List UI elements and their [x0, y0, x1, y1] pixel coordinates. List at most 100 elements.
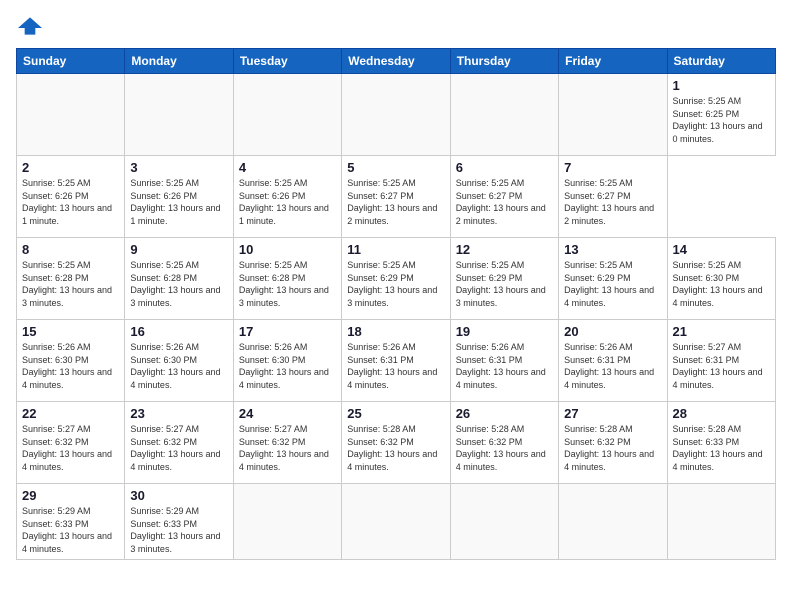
calendar-day-cell: 22Sunrise: 5:27 AMSunset: 6:32 PMDayligh… [17, 402, 125, 484]
day-info: Sunrise: 5:26 AMSunset: 6:31 PMDaylight:… [456, 341, 553, 391]
calendar-day-cell: 10Sunrise: 5:25 AMSunset: 6:28 PMDayligh… [233, 238, 341, 320]
day-info: Sunrise: 5:25 AMSunset: 6:29 PMDaylight:… [347, 259, 444, 309]
day-number: 29 [22, 488, 119, 503]
calendar-week-row: 8 Sunrise: 5:25 AMSunset: 6:28 PMDaylight… [17, 238, 776, 320]
day-number: 4 [239, 160, 336, 175]
calendar-header-row: SundayMondayTuesdayWednesdayThursdayFrid… [17, 49, 776, 74]
calendar-day-cell: 14 Sunrise: 5:25 AMSunset: 6:30 PMDayligh… [667, 238, 775, 320]
calendar-day-cell [667, 484, 775, 560]
day-number: 28 [673, 406, 770, 421]
day-info: Sunrise: 5:25 AMSunset: 6:29 PMDaylight:… [564, 259, 661, 309]
day-info: Sunrise: 5:25 AMSunset: 6:26 PMDaylight:… [22, 177, 119, 227]
calendar-day-cell [559, 74, 667, 156]
header [16, 16, 776, 36]
day-info: Sunrise: 5:26 AMSunset: 6:31 PMDaylight:… [564, 341, 661, 391]
day-number: 3 [130, 160, 227, 175]
day-number: 1 [673, 78, 770, 93]
day-of-week-header: Sunday [17, 49, 125, 74]
day-number: 18 [347, 324, 444, 339]
day-info: Sunrise: 5:28 AMSunset: 6:32 PMDaylight:… [564, 423, 661, 473]
day-number: 11 [347, 242, 444, 257]
calendar-day-cell: 5Sunrise: 5:25 AMSunset: 6:27 PMDaylight… [342, 156, 450, 238]
calendar-day-cell: 19 Sunrise: 5:26 AMSunset: 6:31 PMDayligh… [450, 320, 558, 402]
calendar-day-cell: 21 Sunrise: 5:27 AMSunset: 6:31 PMDayligh… [667, 320, 775, 402]
calendar-day-cell: 1 Sunrise: 5:25 AMSunset: 6:25 PMDaylight… [667, 74, 775, 156]
day-info: Sunrise: 5:27 AMSunset: 6:32 PMDaylight:… [22, 423, 119, 473]
day-info: Sunrise: 5:29 AMSunset: 6:33 PMDaylight:… [22, 505, 119, 555]
calendar-day-cell [559, 484, 667, 560]
calendar-day-cell [17, 74, 125, 156]
day-of-week-header: Tuesday [233, 49, 341, 74]
day-of-week-header: Saturday [667, 49, 775, 74]
calendar-day-cell [233, 74, 341, 156]
calendar-week-row: 1 Sunrise: 5:25 AMSunset: 6:25 PMDaylight… [17, 74, 776, 156]
day-of-week-header: Friday [559, 49, 667, 74]
calendar-day-cell: 24 Sunrise: 5:27 AMSunset: 6:32 PMDayligh… [233, 402, 341, 484]
day-info: Sunrise: 5:28 AMSunset: 6:32 PMDaylight:… [347, 423, 444, 473]
day-number: 9 [130, 242, 227, 257]
calendar-day-cell [342, 484, 450, 560]
day-number: 15 [22, 324, 119, 339]
day-number: 2 [22, 160, 119, 175]
day-info: Sunrise: 5:25 AMSunset: 6:30 PMDaylight:… [673, 259, 770, 309]
calendar-day-cell: 13 Sunrise: 5:25 AMSunset: 6:29 PMDayligh… [559, 238, 667, 320]
calendar-day-cell [342, 74, 450, 156]
day-info: Sunrise: 5:25 AMSunset: 6:28 PMDaylight:… [22, 259, 119, 309]
calendar-day-cell: 18 Sunrise: 5:26 AMSunset: 6:31 PMDayligh… [342, 320, 450, 402]
day-number: 17 [239, 324, 336, 339]
day-info: Sunrise: 5:27 AMSunset: 6:32 PMDaylight:… [239, 423, 336, 473]
day-of-week-header: Monday [125, 49, 233, 74]
calendar-day-cell: 9 Sunrise: 5:25 AMSunset: 6:28 PMDaylight… [125, 238, 233, 320]
day-info: Sunrise: 5:28 AMSunset: 6:33 PMDaylight:… [673, 423, 770, 473]
day-number: 20 [564, 324, 661, 339]
calendar-day-cell: 23Sunrise: 5:27 AMSunset: 6:32 PMDayligh… [125, 402, 233, 484]
day-number: 21 [673, 324, 770, 339]
day-number: 13 [564, 242, 661, 257]
calendar-day-cell: 20 Sunrise: 5:26 AMSunset: 6:31 PMDayligh… [559, 320, 667, 402]
calendar-week-row: 22Sunrise: 5:27 AMSunset: 6:32 PMDayligh… [17, 402, 776, 484]
calendar-day-cell: 26Sunrise: 5:28 AMSunset: 6:32 PMDayligh… [450, 402, 558, 484]
calendar-day-cell: 25 Sunrise: 5:28 AMSunset: 6:32 PMDayligh… [342, 402, 450, 484]
day-number: 16 [130, 324, 227, 339]
day-number: 14 [673, 242, 770, 257]
calendar-day-cell [450, 484, 558, 560]
day-number: 6 [456, 160, 553, 175]
logo [16, 16, 48, 36]
calendar-day-cell [125, 74, 233, 156]
calendar-day-cell: 28 Sunrise: 5:28 AMSunset: 6:33 PMDayligh… [667, 402, 775, 484]
day-number: 8 [22, 242, 119, 257]
day-number: 10 [239, 242, 336, 257]
day-info: Sunrise: 5:29 AMSunset: 6:33 PMDaylight:… [130, 505, 227, 555]
calendar-week-row: 29 Sunrise: 5:29 AMSunset: 6:33 PMDayligh… [17, 484, 776, 560]
calendar-day-cell: 27 Sunrise: 5:28 AMSunset: 6:32 PMDayligh… [559, 402, 667, 484]
day-info: Sunrise: 5:25 AMSunset: 6:26 PMDaylight:… [130, 177, 227, 227]
calendar-day-cell: 15Sunrise: 5:26 AMSunset: 6:30 PMDayligh… [17, 320, 125, 402]
day-number: 12 [456, 242, 553, 257]
day-number: 7 [564, 160, 661, 175]
day-number: 27 [564, 406, 661, 421]
day-info: Sunrise: 5:26 AMSunset: 6:30 PMDaylight:… [239, 341, 336, 391]
calendar-day-cell: 16Sunrise: 5:26 AMSunset: 6:30 PMDayligh… [125, 320, 233, 402]
calendar-day-cell: 29 Sunrise: 5:29 AMSunset: 6:33 PMDayligh… [17, 484, 125, 560]
day-number: 23 [130, 406, 227, 421]
day-number: 19 [456, 324, 553, 339]
day-number: 5 [347, 160, 444, 175]
day-info: Sunrise: 5:25 AMSunset: 6:25 PMDaylight:… [673, 95, 770, 145]
day-number: 24 [239, 406, 336, 421]
calendar-day-cell: 6 Sunrise: 5:25 AMSunset: 6:27 PMDaylight… [450, 156, 558, 238]
day-number: 26 [456, 406, 553, 421]
day-number: 25 [347, 406, 444, 421]
calendar-week-row: 2 Sunrise: 5:25 AMSunset: 6:26 PMDaylight… [17, 156, 776, 238]
calendar-day-cell: 7Sunrise: 5:25 AMSunset: 6:27 PMDaylight… [559, 156, 667, 238]
calendar-day-cell [233, 484, 341, 560]
day-info: Sunrise: 5:25 AMSunset: 6:29 PMDaylight:… [456, 259, 553, 309]
day-info: Sunrise: 5:25 AMSunset: 6:28 PMDaylight:… [130, 259, 227, 309]
day-info: Sunrise: 5:25 AMSunset: 6:27 PMDaylight:… [456, 177, 553, 227]
day-info: Sunrise: 5:27 AMSunset: 6:31 PMDaylight:… [673, 341, 770, 391]
calendar-day-cell: 8 Sunrise: 5:25 AMSunset: 6:28 PMDaylight… [17, 238, 125, 320]
calendar-day-cell: 2 Sunrise: 5:25 AMSunset: 6:26 PMDaylight… [17, 156, 125, 238]
calendar-week-row: 15 Sunrise: 5:26 AMSunset: 6:30 PMDayligh… [17, 320, 776, 402]
day-of-week-header: Thursday [450, 49, 558, 74]
day-info: Sunrise: 5:26 AMSunset: 6:31 PMDaylight:… [347, 341, 444, 391]
calendar-day-cell: 17 Sunrise: 5:26 AMSunset: 6:30 PMDayligh… [233, 320, 341, 402]
